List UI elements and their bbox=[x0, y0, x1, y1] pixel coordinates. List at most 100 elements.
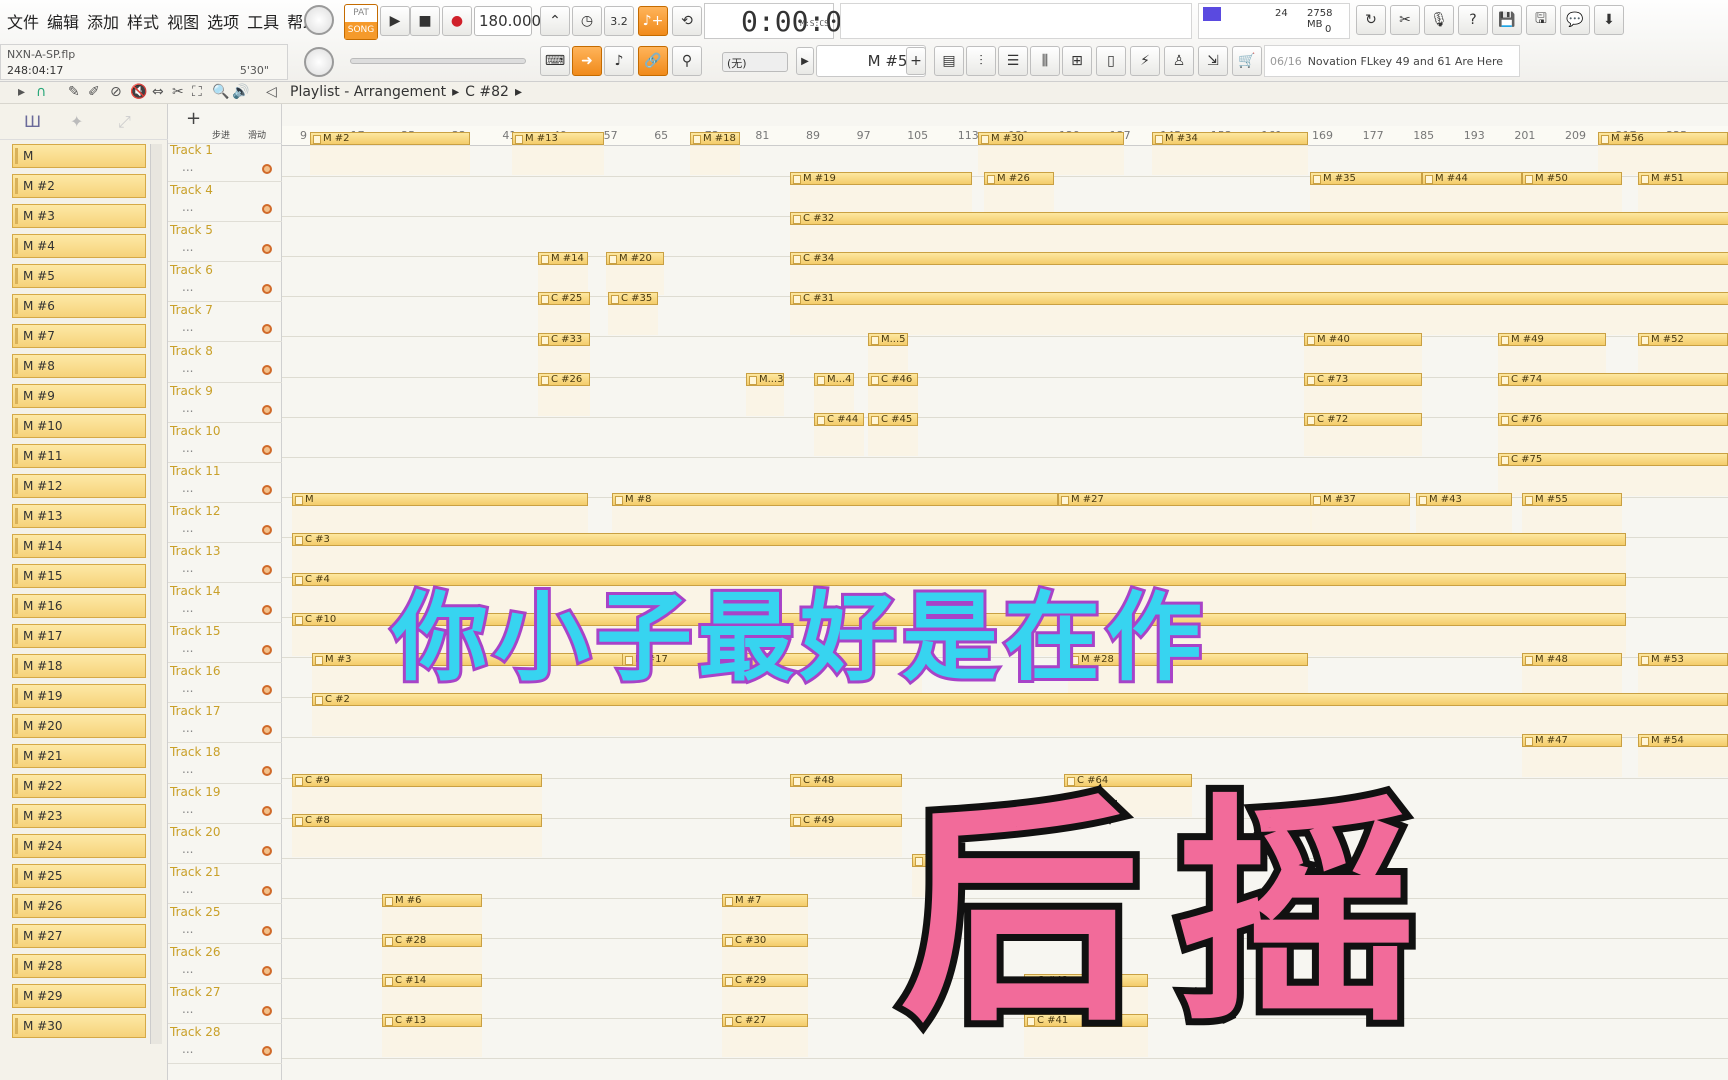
playlist-clip[interactable]: M #34 bbox=[1152, 132, 1308, 145]
track-enable-led[interactable] bbox=[262, 164, 272, 174]
menu-options[interactable]: 选项 bbox=[206, 9, 240, 33]
stamp-selector[interactable]: (无) bbox=[722, 52, 788, 72]
delete-tool-icon[interactable]: ⊘ bbox=[110, 84, 122, 100]
playlist-clip[interactable]: M...3 bbox=[746, 372, 784, 386]
playlist-clip[interactable]: C #49 bbox=[790, 813, 902, 827]
menu-patterns[interactable]: 样式 bbox=[126, 9, 160, 33]
track-name[interactable]: Track 1 bbox=[170, 143, 213, 157]
playlist-clip[interactable]: M #53 bbox=[1638, 653, 1728, 667]
pattern-item[interactable]: M #4 bbox=[12, 234, 146, 258]
link-button[interactable]: 🔗 bbox=[638, 46, 668, 76]
pattern-item[interactable]: M #24 bbox=[12, 834, 146, 858]
step-forward-button[interactable]: ➜ bbox=[572, 46, 602, 76]
track-header[interactable]: Track 20... bbox=[168, 824, 282, 864]
pattern-item[interactable]: M #30 bbox=[12, 1014, 146, 1038]
track-name[interactable]: Track 16 bbox=[170, 664, 220, 678]
mic-button[interactable]: 🎙 bbox=[1424, 5, 1454, 35]
track-header[interactable]: Track 27... bbox=[168, 984, 282, 1025]
menu-tools[interactable]: 工具 bbox=[246, 9, 280, 33]
track-enable-led[interactable] bbox=[262, 885, 272, 896]
track-enable-led[interactable] bbox=[262, 204, 272, 215]
track-enable-led[interactable] bbox=[262, 725, 272, 736]
pattern-item[interactable]: M #13 bbox=[12, 504, 146, 528]
track-enable-led[interactable] bbox=[262, 444, 272, 455]
track-header[interactable]: Track 8... bbox=[168, 343, 282, 383]
playlist-clip[interactable]: C #9 bbox=[292, 773, 542, 787]
track-header[interactable]: Track 26... bbox=[168, 944, 282, 984]
track-enable-led[interactable] bbox=[262, 966, 272, 976]
playlist-clip[interactable]: C #76 bbox=[1498, 412, 1728, 426]
pattern-item[interactable]: M #6 bbox=[12, 294, 146, 318]
track-header[interactable]: Track 9... bbox=[168, 383, 282, 423]
track-header[interactable]: Track 13... bbox=[168, 543, 282, 583]
playlist-clip[interactable]: M #26 bbox=[984, 172, 1054, 186]
track-enable-led[interactable] bbox=[262, 1046, 272, 1057]
slide-button[interactable]: ♪ bbox=[604, 46, 634, 76]
track-header[interactable]: Track 14... bbox=[168, 583, 282, 624]
countdown-button[interactable]: 3.2 bbox=[604, 6, 634, 36]
help-button[interactable]: ? bbox=[1458, 5, 1488, 35]
menu-edit[interactable]: 编辑 bbox=[46, 9, 80, 33]
slip-tool-icon[interactable]: ⇔ bbox=[152, 84, 164, 100]
playlist-clip[interactable]: M #51 bbox=[1638, 172, 1728, 186]
pattern-item[interactable]: M #23 bbox=[12, 804, 146, 828]
pattern-item[interactable]: M #14 bbox=[12, 534, 146, 558]
pattern-item[interactable]: M #18 bbox=[12, 654, 146, 678]
cut-button[interactable]: ✂ bbox=[1390, 5, 1420, 35]
track-name[interactable]: Track 4 bbox=[170, 183, 213, 197]
track-name[interactable]: Track 26 bbox=[170, 945, 220, 959]
playlist-clip[interactable]: C #72 bbox=[1304, 412, 1422, 426]
track-enable-led[interactable] bbox=[262, 1006, 272, 1017]
mixer-button[interactable]: ⫼ bbox=[1030, 46, 1060, 76]
pattern-item[interactable]: M #22 bbox=[12, 774, 146, 798]
playlist-title[interactable]: Playlist - Arrangement bbox=[290, 84, 446, 100]
playlist-clip[interactable]: M #30 bbox=[978, 132, 1124, 145]
pattern-item[interactable]: M #19 bbox=[12, 684, 146, 708]
track-header[interactable]: Track 25... bbox=[168, 904, 282, 944]
playlist-clip[interactable]: C #26 bbox=[538, 372, 590, 386]
track-name[interactable]: Track 28 bbox=[170, 1025, 220, 1039]
playlist-clip[interactable]: M #6 bbox=[382, 893, 482, 907]
playlist-clip[interactable]: C #29 bbox=[722, 974, 808, 988]
pattern-prev-button[interactable]: ▶ bbox=[796, 47, 814, 75]
playlist-clip[interactable]: C #14 bbox=[382, 974, 482, 988]
playlist-clip[interactable]: C #75 bbox=[1498, 452, 1728, 466]
playlist-clip[interactable]: M #50 bbox=[1522, 172, 1622, 186]
metronome-button[interactable]: ⌃ bbox=[540, 6, 570, 36]
track-name[interactable]: Track 5 bbox=[170, 223, 213, 237]
track-enable-led[interactable] bbox=[262, 925, 272, 936]
playlist-clip[interactable]: M #44 bbox=[1422, 172, 1522, 186]
picker-scrollbar[interactable] bbox=[150, 144, 162, 1044]
playlist-clip[interactable]: C #30 bbox=[722, 934, 808, 947]
time-display[interactable]: 0:00:00 M:S:CS bbox=[704, 3, 859, 39]
menu-file[interactable]: 文件 bbox=[6, 9, 40, 33]
track-enable-led[interactable] bbox=[262, 524, 272, 535]
playlist-menu-icon[interactable]: ▸ bbox=[18, 84, 25, 100]
pattern-item[interactable]: M #7 bbox=[12, 324, 146, 348]
playlist-clip[interactable]: C #31 bbox=[790, 292, 1728, 306]
shop-button[interactable]: 🛒 bbox=[1232, 46, 1262, 76]
channel-rack-button[interactable]: ☰ bbox=[998, 46, 1028, 76]
playlist-clip[interactable]: M bbox=[292, 492, 588, 506]
track-header[interactable]: Track 16... bbox=[168, 663, 282, 704]
pattern-view-icon[interactable]: Ш bbox=[24, 112, 41, 131]
playlist-clip[interactable]: C #48 bbox=[790, 773, 902, 787]
track-enable-led[interactable] bbox=[262, 284, 272, 295]
track-name[interactable]: Track 15 bbox=[170, 624, 220, 638]
track-header[interactable]: Track 4... bbox=[168, 182, 282, 223]
pattern-item[interactable]: M #25 bbox=[12, 864, 146, 888]
track-header[interactable]: Track 17... bbox=[168, 703, 282, 744]
undo-history-button[interactable]: ↻ bbox=[1356, 5, 1386, 35]
paint-tool-icon[interactable]: ✐ bbox=[88, 84, 100, 100]
track-name[interactable]: Track 10 bbox=[170, 424, 220, 438]
playlist-clip[interactable]: M #19 bbox=[790, 172, 972, 186]
playlist-clip[interactable]: M #20 bbox=[606, 252, 664, 266]
track-header[interactable]: Track 11... bbox=[168, 463, 282, 503]
track-enable-led[interactable] bbox=[262, 364, 272, 375]
playlist-clip[interactable]: M #35 bbox=[1310, 172, 1422, 186]
playlist-button[interactable]: ▤ bbox=[934, 46, 964, 76]
automation-view-icon[interactable]: ⤢ bbox=[118, 112, 131, 132]
playlist-clip[interactable]: C #3 bbox=[292, 533, 1626, 546]
playlist-clip[interactable]: C #28 bbox=[382, 934, 482, 947]
track-enable-led[interactable] bbox=[262, 404, 272, 415]
